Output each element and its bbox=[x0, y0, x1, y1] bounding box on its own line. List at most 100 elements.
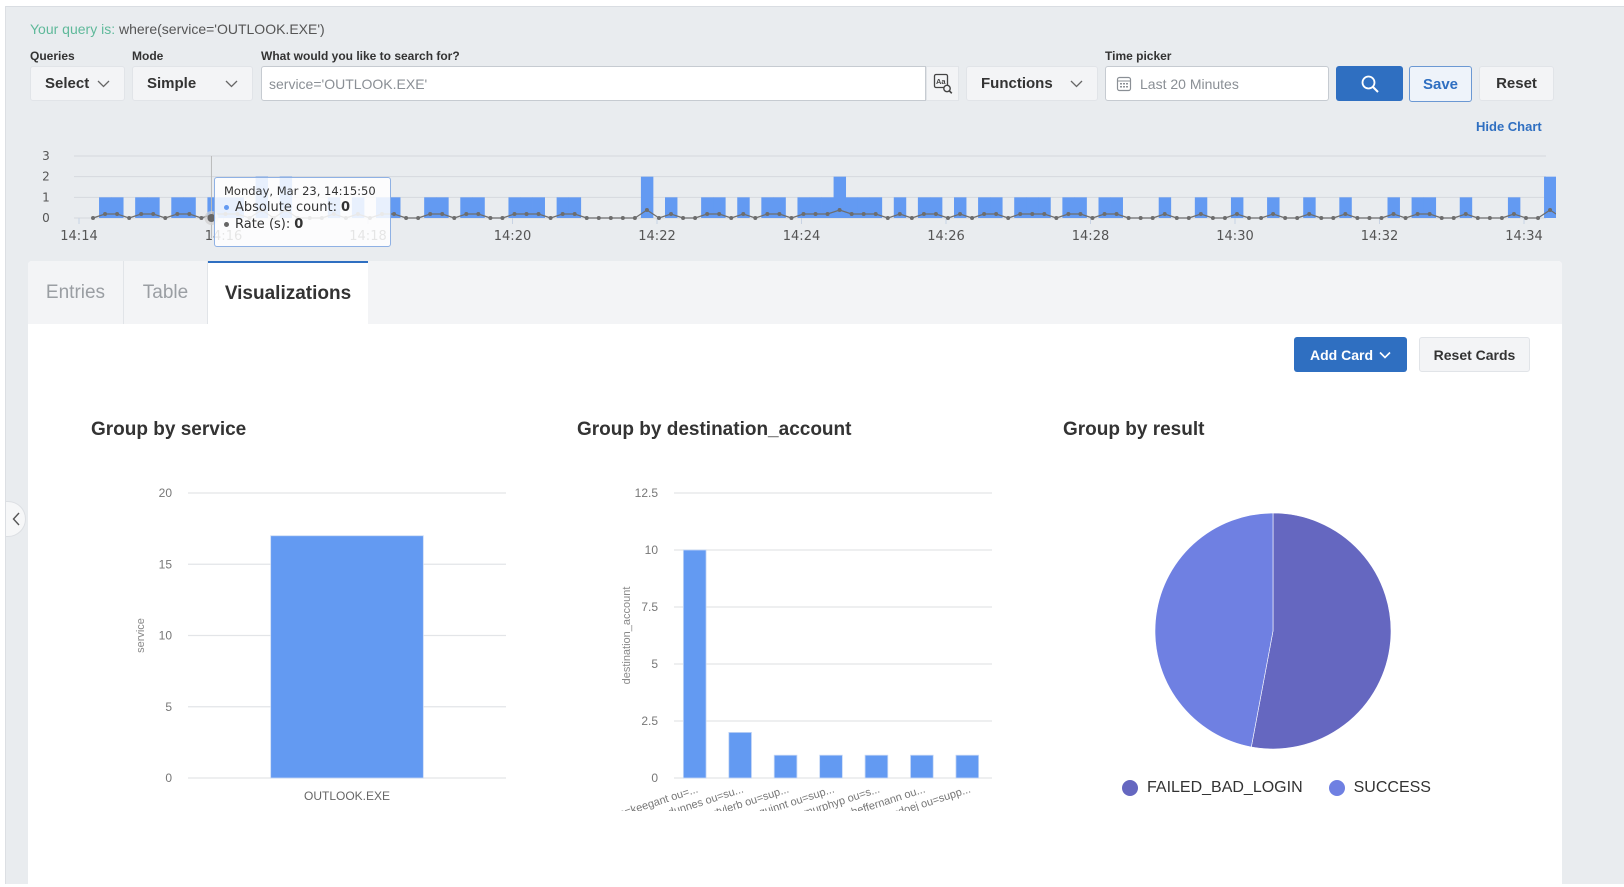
rate-point bbox=[1319, 216, 1324, 220]
rate-point bbox=[560, 212, 565, 216]
destination-account-bar-chart: 02.557.51012.5destination_accountcn=keeg… bbox=[612, 486, 992, 811]
rate-point bbox=[440, 212, 445, 216]
legend-label: FAILED_BAD_LOGIN bbox=[1147, 779, 1303, 796]
add-card-label: Add Card bbox=[1310, 346, 1373, 363]
legend-swatch-icon bbox=[1122, 780, 1138, 796]
legend-label: SUCCESS bbox=[1353, 779, 1431, 796]
rate-point bbox=[524, 212, 529, 216]
legend-item-failed-bad-login[interactable]: FAILED_BAD_LOGIN bbox=[1122, 779, 1303, 797]
rate-point bbox=[644, 208, 649, 212]
rate-point bbox=[91, 216, 96, 220]
tab-visualizations[interactable]: Visualizations bbox=[208, 261, 368, 324]
timeline-y-tick: 2 bbox=[42, 170, 50, 184]
rate-point bbox=[596, 216, 601, 220]
reset-button[interactable]: Reset bbox=[1479, 66, 1554, 101]
reset-cards-button[interactable]: Reset Cards bbox=[1419, 337, 1530, 372]
rate-point bbox=[1247, 216, 1252, 220]
rate-point bbox=[765, 212, 770, 216]
rate-point bbox=[813, 212, 818, 216]
chevron-down-icon bbox=[224, 77, 238, 91]
rate-point bbox=[632, 216, 637, 220]
timeline-x-tick: 14:28 bbox=[1072, 229, 1109, 244]
timeline-x-tick: 14:26 bbox=[927, 229, 964, 244]
rate-point bbox=[536, 212, 541, 216]
rate-point bbox=[1511, 212, 1516, 216]
functions-select-label: Functions bbox=[981, 75, 1053, 92]
hide-chart-link[interactable]: Hide Chart bbox=[1476, 119, 1542, 134]
rate-point bbox=[1379, 216, 1384, 220]
service-bar-chart: 0 5 10 15 20 service OUTLOOK.EXE bbox=[135, 486, 506, 803]
rate-point bbox=[1114, 212, 1119, 216]
save-button[interactable]: Save bbox=[1409, 66, 1472, 102]
rate-point bbox=[693, 216, 698, 220]
tooltip-rate-value: 0 bbox=[294, 217, 304, 232]
legend-item-success[interactable]: SUCCESS bbox=[1328, 779, 1431, 797]
y-tick-label: 12.5 bbox=[635, 486, 659, 500]
rate-point bbox=[1403, 216, 1408, 220]
rate-point bbox=[777, 212, 782, 216]
match-case-icon: Aa bbox=[933, 73, 952, 94]
tab-entries[interactable]: Entries bbox=[28, 261, 124, 324]
rate-point bbox=[127, 216, 132, 220]
rate-point bbox=[488, 216, 493, 220]
rate-point bbox=[1451, 216, 1456, 220]
tooltip-absolute-label: Absolute count: bbox=[235, 200, 338, 215]
chevron-left-icon bbox=[12, 512, 20, 526]
rate-point bbox=[1391, 212, 1396, 216]
pie-legend: FAILED_BAD_LOGIN SUCCESS bbox=[1122, 779, 1431, 797]
pie-slice-success bbox=[1154, 512, 1274, 748]
tooltip-rate-row: Rate (s): 0 bbox=[224, 217, 381, 232]
y-tick-label: 5 bbox=[165, 700, 172, 714]
y-tick-label: 5 bbox=[651, 657, 658, 671]
rate-point bbox=[1415, 212, 1420, 216]
rate-point bbox=[476, 212, 481, 216]
timeline-y-tick: 3 bbox=[42, 149, 50, 163]
rate-point bbox=[1331, 216, 1336, 220]
tab-table[interactable]: Table bbox=[124, 261, 208, 324]
rate-point bbox=[1102, 212, 1107, 216]
add-card-button[interactable]: Add Card bbox=[1294, 337, 1407, 372]
y-tick-label: 0 bbox=[165, 771, 172, 785]
queries-select[interactable]: Select bbox=[30, 66, 125, 101]
rate-point bbox=[1283, 216, 1288, 220]
rate-point bbox=[115, 212, 120, 216]
functions-select[interactable]: Functions bbox=[966, 66, 1098, 101]
query-summary: Your query is: where(service='OUTLOOK.EX… bbox=[30, 21, 325, 37]
bar bbox=[819, 754, 843, 779]
y-tick-label: 2.5 bbox=[641, 714, 658, 728]
mode-select[interactable]: Simple bbox=[132, 66, 253, 101]
search-button[interactable] bbox=[1336, 66, 1403, 101]
time-picker[interactable]: Last 20 Minutes bbox=[1105, 66, 1329, 101]
rate-point bbox=[1126, 216, 1131, 220]
sidebar-collapse-button[interactable] bbox=[6, 501, 26, 537]
rate-point bbox=[199, 216, 204, 220]
match-case-button[interactable]: Aa bbox=[926, 66, 959, 101]
rate-point bbox=[392, 212, 397, 216]
search-input[interactable] bbox=[261, 66, 926, 101]
rate-point bbox=[873, 212, 878, 216]
rate-point bbox=[933, 212, 938, 216]
rate-point bbox=[705, 212, 710, 216]
timeline-x-tick: 14:22 bbox=[638, 229, 675, 244]
rate-point bbox=[608, 216, 613, 220]
rate-point bbox=[1307, 212, 1312, 216]
y-tick-label: 10 bbox=[645, 543, 659, 557]
timeline-x-tick: 14:32 bbox=[1361, 229, 1398, 244]
rate-point bbox=[1030, 212, 1035, 216]
rate-point bbox=[970, 216, 975, 220]
search-label: What would you like to search for? bbox=[261, 49, 460, 63]
rate-point bbox=[837, 208, 842, 212]
bar bbox=[773, 754, 798, 779]
bar bbox=[910, 754, 934, 779]
rate-point bbox=[1090, 216, 1095, 220]
rate-point bbox=[897, 212, 902, 216]
legend-swatch-icon bbox=[1328, 780, 1345, 796]
rate-point bbox=[416, 216, 421, 220]
rate-point bbox=[1271, 212, 1276, 216]
rate-point bbox=[187, 212, 192, 216]
rate-point bbox=[994, 212, 999, 216]
rate-point bbox=[861, 212, 866, 216]
rate-point bbox=[825, 212, 830, 216]
rate-point bbox=[1198, 212, 1203, 216]
bar bbox=[728, 731, 752, 779]
